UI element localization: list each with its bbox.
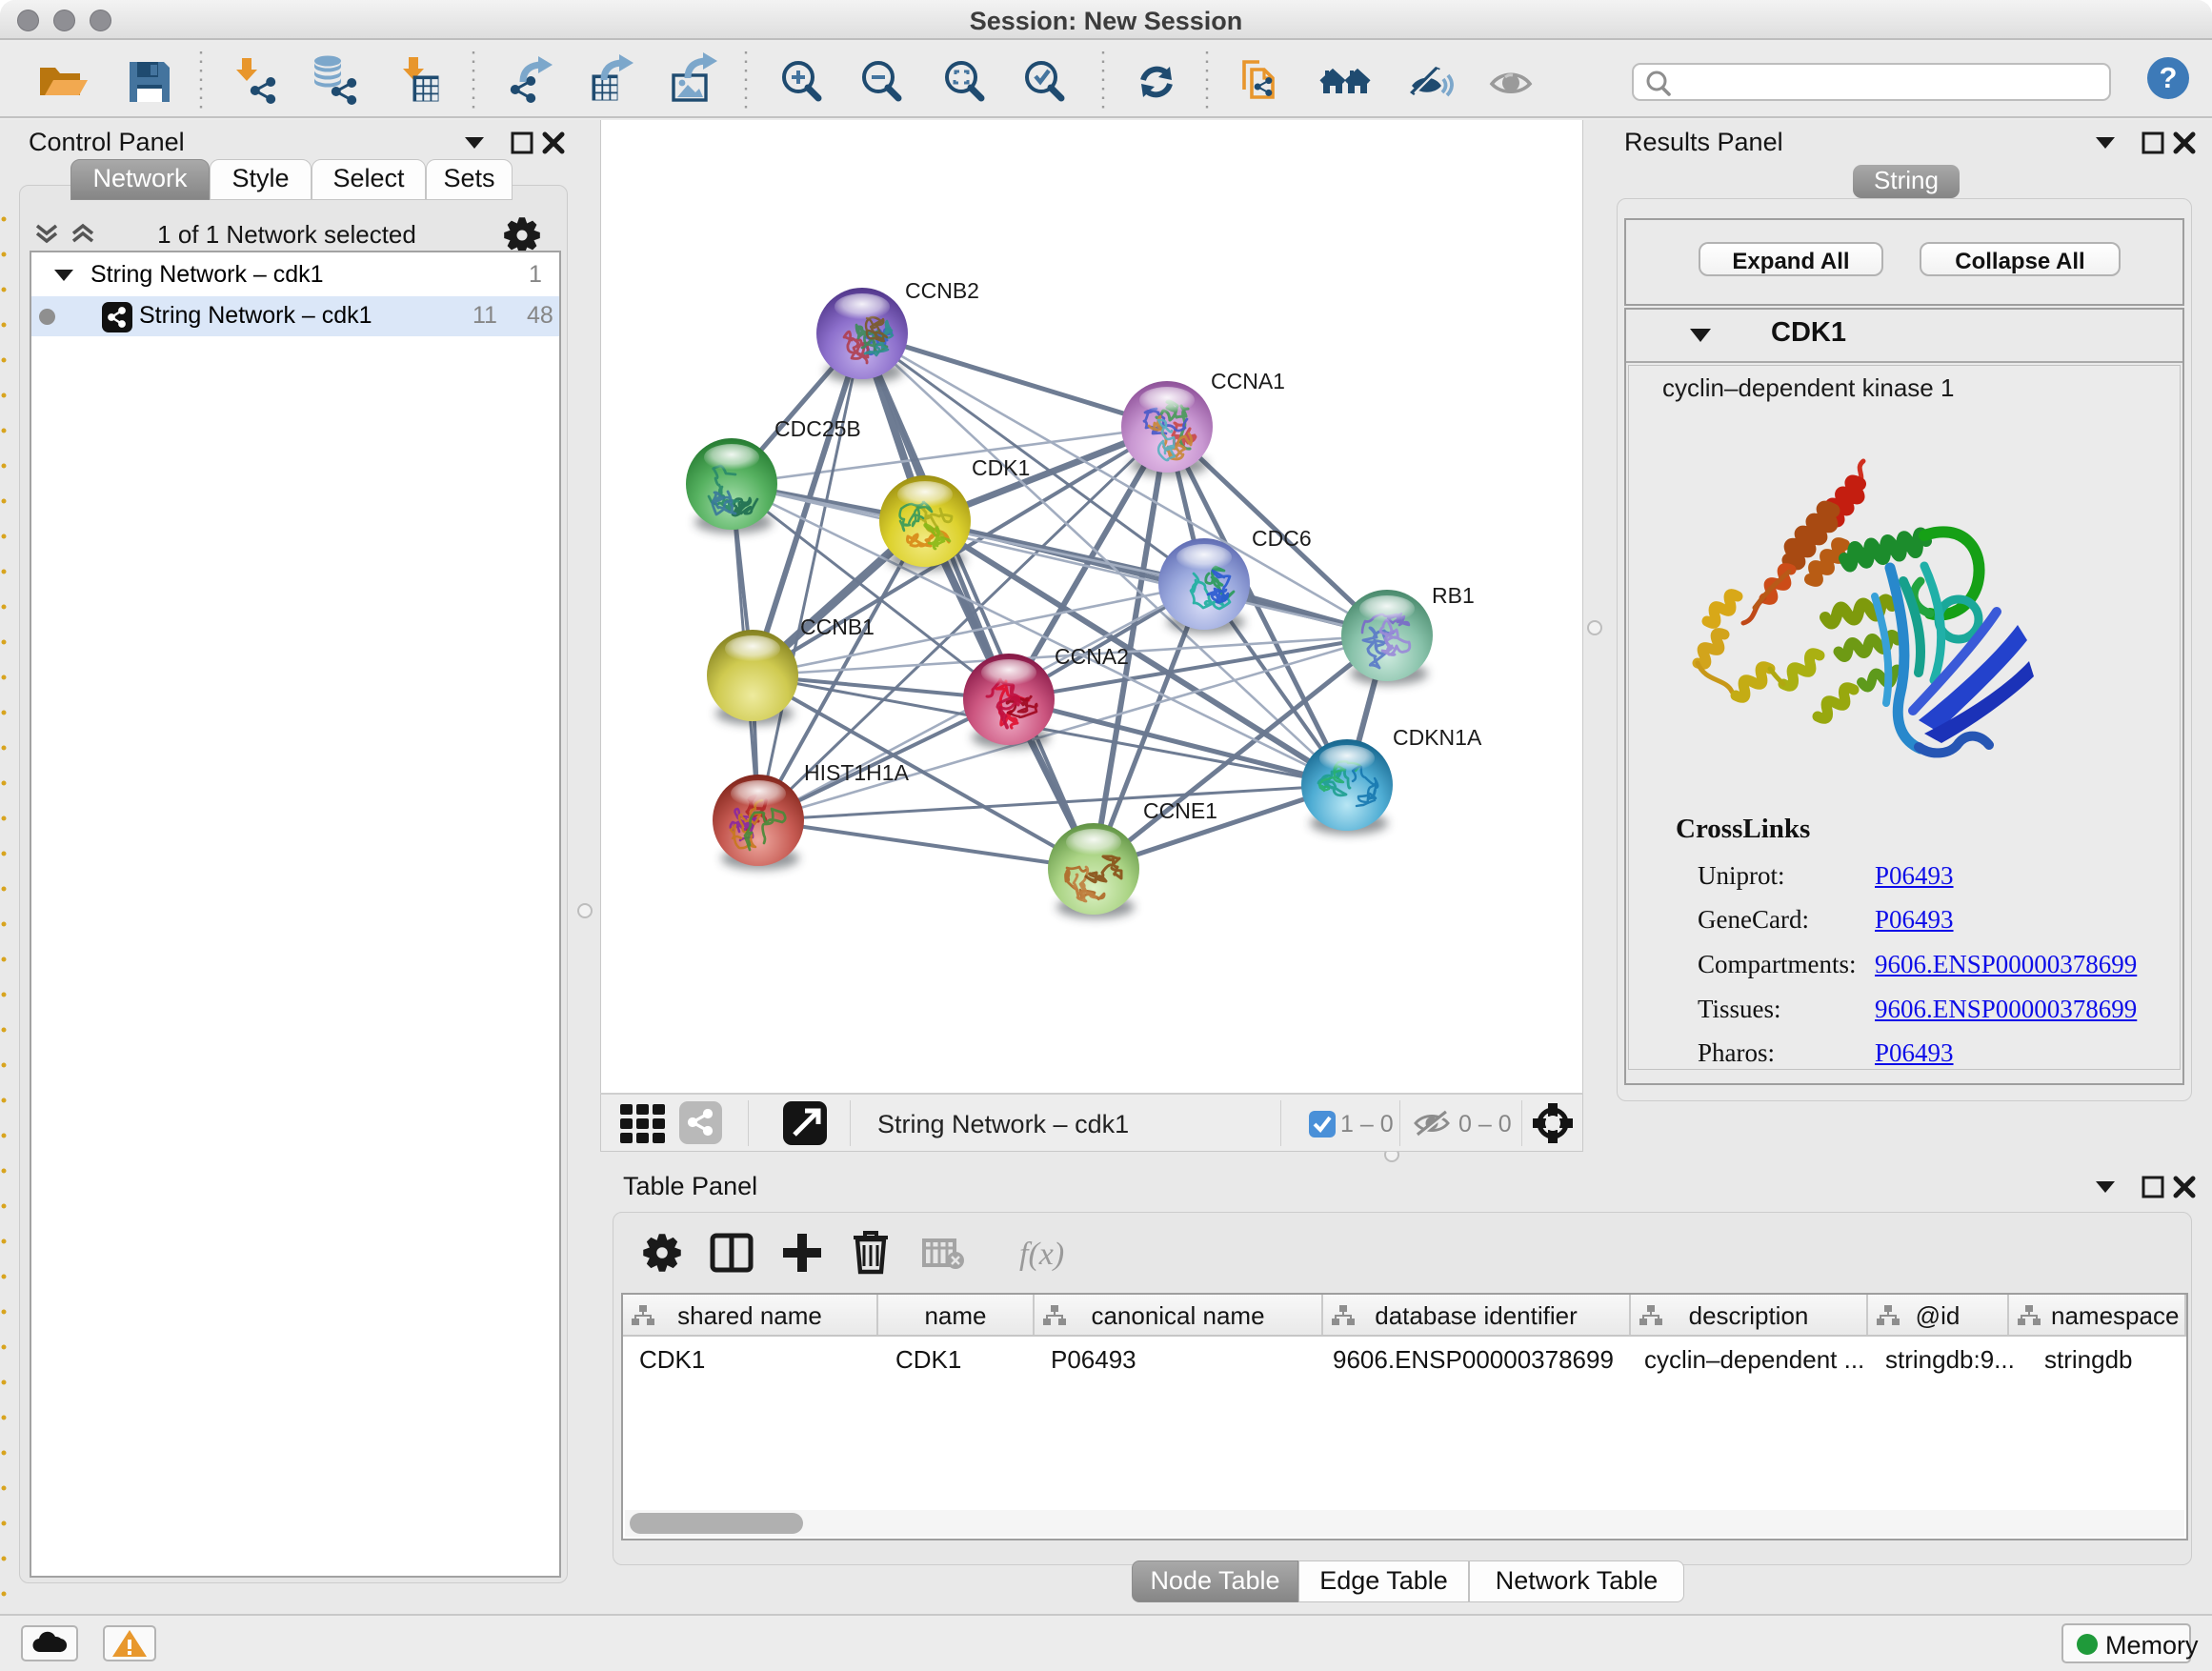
svg-text:CCNA2: CCNA2 (1055, 644, 1129, 669)
svg-text:CDKN1A: CDKN1A (1393, 725, 1482, 750)
svg-text:RB1: RB1 (1432, 583, 1475, 608)
svg-text:CDC6: CDC6 (1252, 526, 1312, 551)
svg-text:CCNE1: CCNE1 (1143, 798, 1217, 823)
svg-text:CCNA1: CCNA1 (1211, 369, 1285, 393)
svg-text:CCNB2: CCNB2 (905, 278, 979, 303)
svg-text:HIST1H1A: HIST1H1A (804, 760, 910, 785)
svg-text:CDK1: CDK1 (972, 455, 1030, 480)
svg-text:f(x): f(x) (1019, 1237, 1064, 1272)
svg-text:CCNB1: CCNB1 (800, 614, 875, 639)
svg-text:CDC25B: CDC25B (774, 416, 861, 441)
